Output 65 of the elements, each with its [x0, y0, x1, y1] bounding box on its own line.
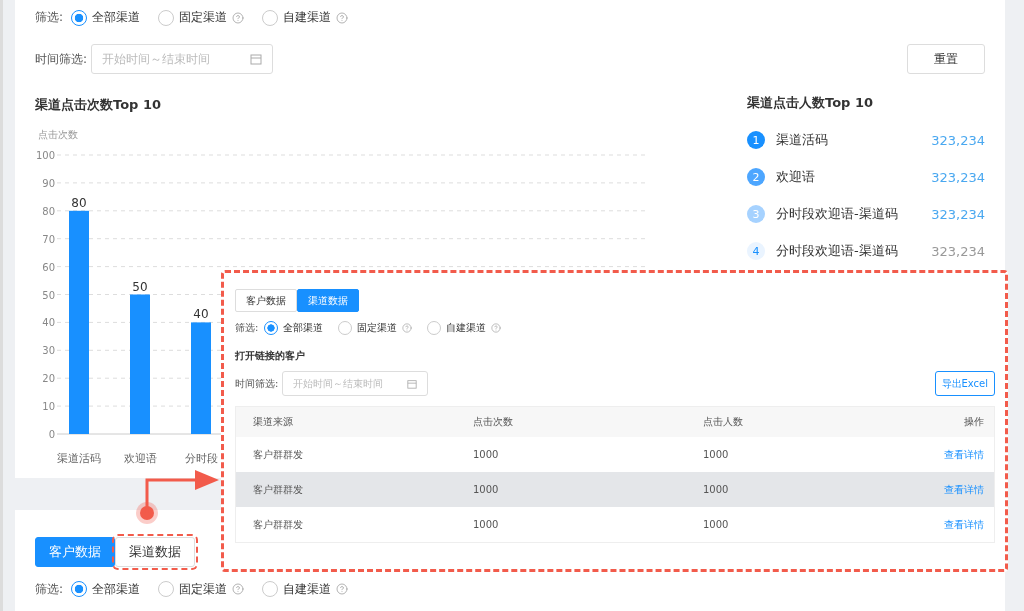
tab[interactable]: 客户数据 [235, 289, 297, 312]
table-cell-text: 1000 [473, 519, 500, 530]
tick-label: 90 [42, 177, 55, 189]
tab[interactable]: 渠道数据 [115, 537, 195, 567]
time-filter-label: 时间筛选: [35, 50, 88, 68]
table-cell-text: 1000 [473, 484, 500, 495]
rank-badge: 4 [747, 242, 765, 260]
table-cell-text: 1000 [473, 449, 500, 460]
radio-option[interactable]: 自建渠道 [262, 580, 349, 598]
tick-label: 60 [42, 261, 55, 273]
radio-option[interactable]: 固定渠道 [338, 321, 413, 335]
rank-badge: 3 [747, 205, 765, 223]
axis-title: 点击次数 [38, 129, 78, 140]
ranking-title: 渠道点击人数Top 10 [747, 94, 874, 112]
click-count: 323,234 [931, 132, 985, 148]
chart-title: 渠道点击次数Top 10 [35, 97, 161, 112]
table-cell-text: 1000 [703, 519, 730, 530]
channel-name: 分时段欢迎语-渠道码 [776, 205, 899, 223]
reset-button[interactable]: 重置 [907, 44, 985, 74]
rank-badge: 1 [747, 131, 765, 149]
calendar-icon [250, 53, 263, 65]
table-cell-text: 客户群群发 [253, 447, 304, 462]
radio-option[interactable]: 固定渠道 [158, 9, 245, 26]
column-header: 操作 [963, 415, 984, 429]
tick-label: 50 [42, 289, 55, 301]
table-cell-text: 客户群群发 [253, 517, 304, 532]
column-header: 渠道来源 [253, 415, 294, 429]
click-count: 323,234 [931, 243, 985, 259]
bar-value: 40 [193, 307, 209, 322]
time-filter-label: 时间筛选: [235, 376, 279, 391]
tick-label: 20 [42, 373, 55, 385]
channel-name: 渠道活码 [776, 131, 829, 149]
bar-value: 50 [132, 279, 148, 294]
tick-label: 10 [42, 401, 55, 413]
filter-label: 筛选: [35, 9, 64, 26]
tick-label: 100 [35, 150, 55, 161]
table-cell-text: 客户群群发 [253, 482, 304, 497]
tick-label: 0 [48, 429, 55, 440]
category-label: 分时段 [184, 452, 218, 465]
category-label: 欢迎语 [123, 452, 157, 465]
tick-label: 40 [42, 317, 55, 329]
bar-value: 80 [71, 195, 87, 210]
radio-option[interactable]: 自建渠道 [427, 321, 502, 335]
channel-name: 分时段欢迎语-渠道码 [776, 242, 899, 260]
radio-option[interactable]: 全部渠道 [71, 9, 141, 26]
section-title: 打开链接的客户 [235, 349, 306, 363]
filter-label: 筛选: [35, 580, 64, 598]
table-cell-text: 1000 [703, 484, 730, 495]
click-count: 323,234 [931, 169, 985, 185]
radio-option[interactable]: 固定渠道 [158, 580, 245, 598]
channel-name: 欢迎语 [776, 168, 816, 186]
radio-option[interactable]: 全部渠道 [264, 321, 324, 335]
click-count: 323,234 [931, 206, 985, 222]
tick-label: 70 [42, 233, 55, 245]
filter-label: 筛选: [235, 321, 259, 335]
category-label: 渠道活码 [57, 452, 101, 465]
rank-badge: 2 [747, 168, 765, 186]
radio-option[interactable]: 自建渠道 [262, 9, 349, 26]
table-cell-text: 1000 [703, 449, 730, 460]
column-header: 点击次数 [473, 415, 514, 429]
radio-option[interactable]: 全部渠道 [71, 580, 141, 598]
tick-label: 30 [42, 345, 55, 357]
calendar-icon [407, 378, 418, 389]
tick-label: 80 [42, 205, 55, 217]
column-header: 点击人数 [703, 415, 744, 429]
